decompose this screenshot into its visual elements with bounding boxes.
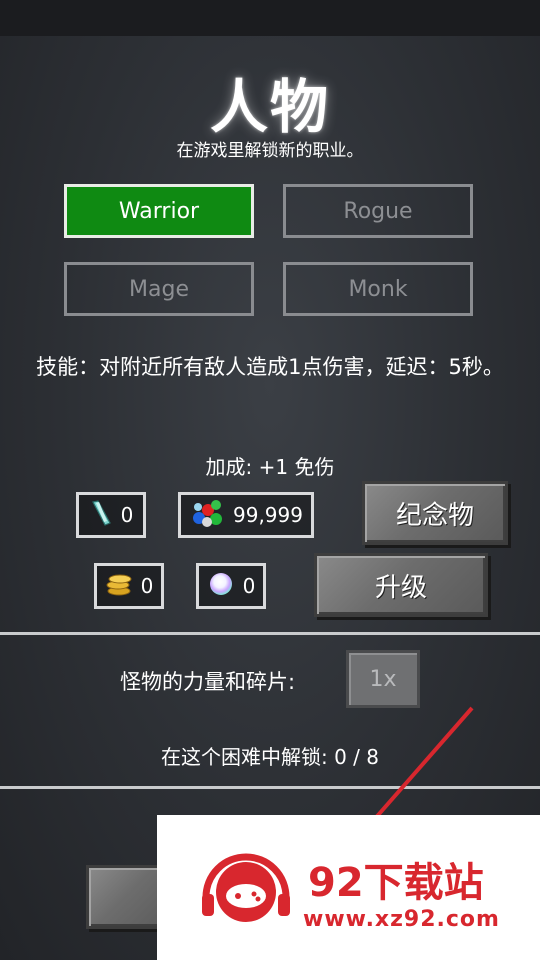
watermark-title: 92下载站	[308, 860, 484, 906]
watermark-url: www.xz92.com	[303, 907, 500, 932]
watermark-logo-icon	[196, 852, 296, 936]
